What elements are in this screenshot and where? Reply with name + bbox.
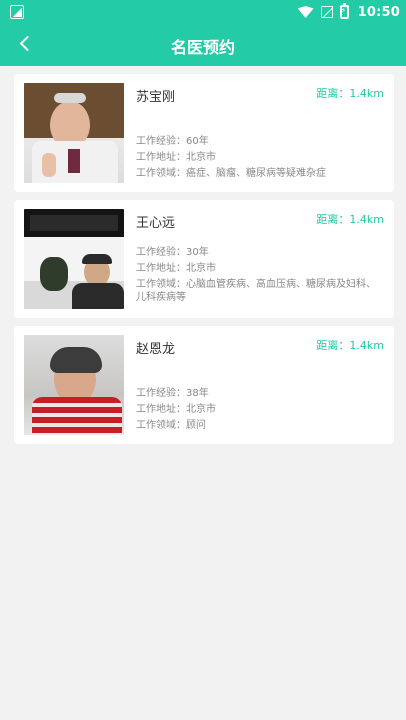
doctor-distance: 距离：1.4km [316, 339, 384, 352]
doctor-name: 王心远 [136, 216, 176, 231]
page-title: 名医预约 [170, 38, 235, 57]
doctor-address: 工作地址：北京市 [136, 404, 216, 415]
doctor-experience: 工作经验：38年 [136, 388, 209, 399]
doctor-field: 工作领域：心脑血管疾病、高血压病、糖尿病及妇科、儿科疾病等 [136, 279, 376, 303]
doctor-experience: 工作经验：60年 [136, 136, 209, 147]
doctor-photo [24, 335, 124, 435]
doctor-card[interactable]: 苏宝刚 距离：1.4km 工作经验：60年 工作地址：北京市 工作领域：癌症、脑… [14, 74, 394, 192]
doctor-field: 工作领域：癌症、脑瘤、糖尿病等疑难杂症 [136, 168, 326, 179]
doctor-address: 工作地址：北京市 [136, 263, 216, 274]
signal-off-icon [320, 6, 333, 18]
app-bar: 名医预约 [0, 24, 406, 66]
status-bar: 10:50 [0, 0, 406, 24]
doctor-distance: 距离：1.4km [316, 87, 384, 100]
wifi-icon [297, 6, 314, 18]
doctor-experience: 工作经验：30年 [136, 247, 209, 258]
doctor-card[interactable]: 王心远 距离：1.4km 工作经验：30年 工作地址：北京市 工作领域：心脑血管… [14, 200, 394, 318]
doctor-name: 苏宝刚 [136, 90, 176, 105]
status-time: 10:50 [357, 4, 400, 20]
doctor-field: 工作领域：顾问 [136, 420, 206, 431]
doctor-address: 工作地址：北京市 [136, 152, 216, 163]
doctor-photo [24, 209, 124, 309]
doctor-card[interactable]: 赵恩龙 距离：1.4km 工作经验：38年 工作地址：北京市 工作领域：顾问 [14, 326, 394, 444]
doctor-list: 苏宝刚 距离：1.4km 工作经验：60年 工作地址：北京市 工作领域：癌症、脑… [14, 74, 394, 452]
doctor-photo [24, 83, 124, 183]
doctor-distance: 距离：1.4km [316, 213, 384, 226]
doctor-name: 赵恩龙 [136, 342, 176, 357]
status-icons: 10:50 [297, 2, 400, 22]
notification-icon [10, 5, 24, 19]
battery-charging-icon [339, 3, 349, 19]
